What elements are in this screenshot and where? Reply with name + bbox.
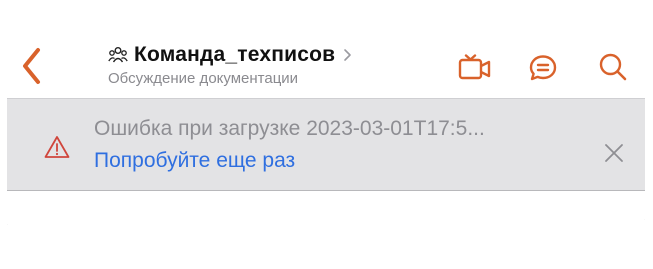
video-call-icon[interactable]	[458, 54, 492, 82]
retry-link[interactable]: Попробуйте еще раз	[94, 149, 295, 173]
warning-icon	[44, 136, 70, 158]
chevron-right-icon	[344, 49, 352, 61]
back-button[interactable]	[21, 46, 43, 86]
chat-title-block[interactable]: Команда_техписов Обсуждение документации	[108, 41, 352, 88]
chat-screen: Команда_техписов Обсуждение документации	[7, 8, 645, 233]
chat-bubble-icon[interactable]	[528, 54, 558, 82]
back-chevron-icon	[23, 48, 40, 84]
close-icon[interactable]	[604, 143, 624, 163]
search-icon[interactable]	[598, 52, 628, 82]
chat-subtitle: Обсуждение документации	[108, 70, 299, 87]
chat-title: Команда_техписов	[134, 43, 336, 66]
error-banner: Ошибка при загрузке 2023-03-01T17:5... П…	[7, 98, 645, 191]
error-message: Ошибка при загрузке 2023-03-01T17:5...	[94, 117, 485, 140]
group-icon	[108, 47, 128, 63]
chat-header: Команда_техписов Обсуждение документации	[7, 8, 645, 98]
